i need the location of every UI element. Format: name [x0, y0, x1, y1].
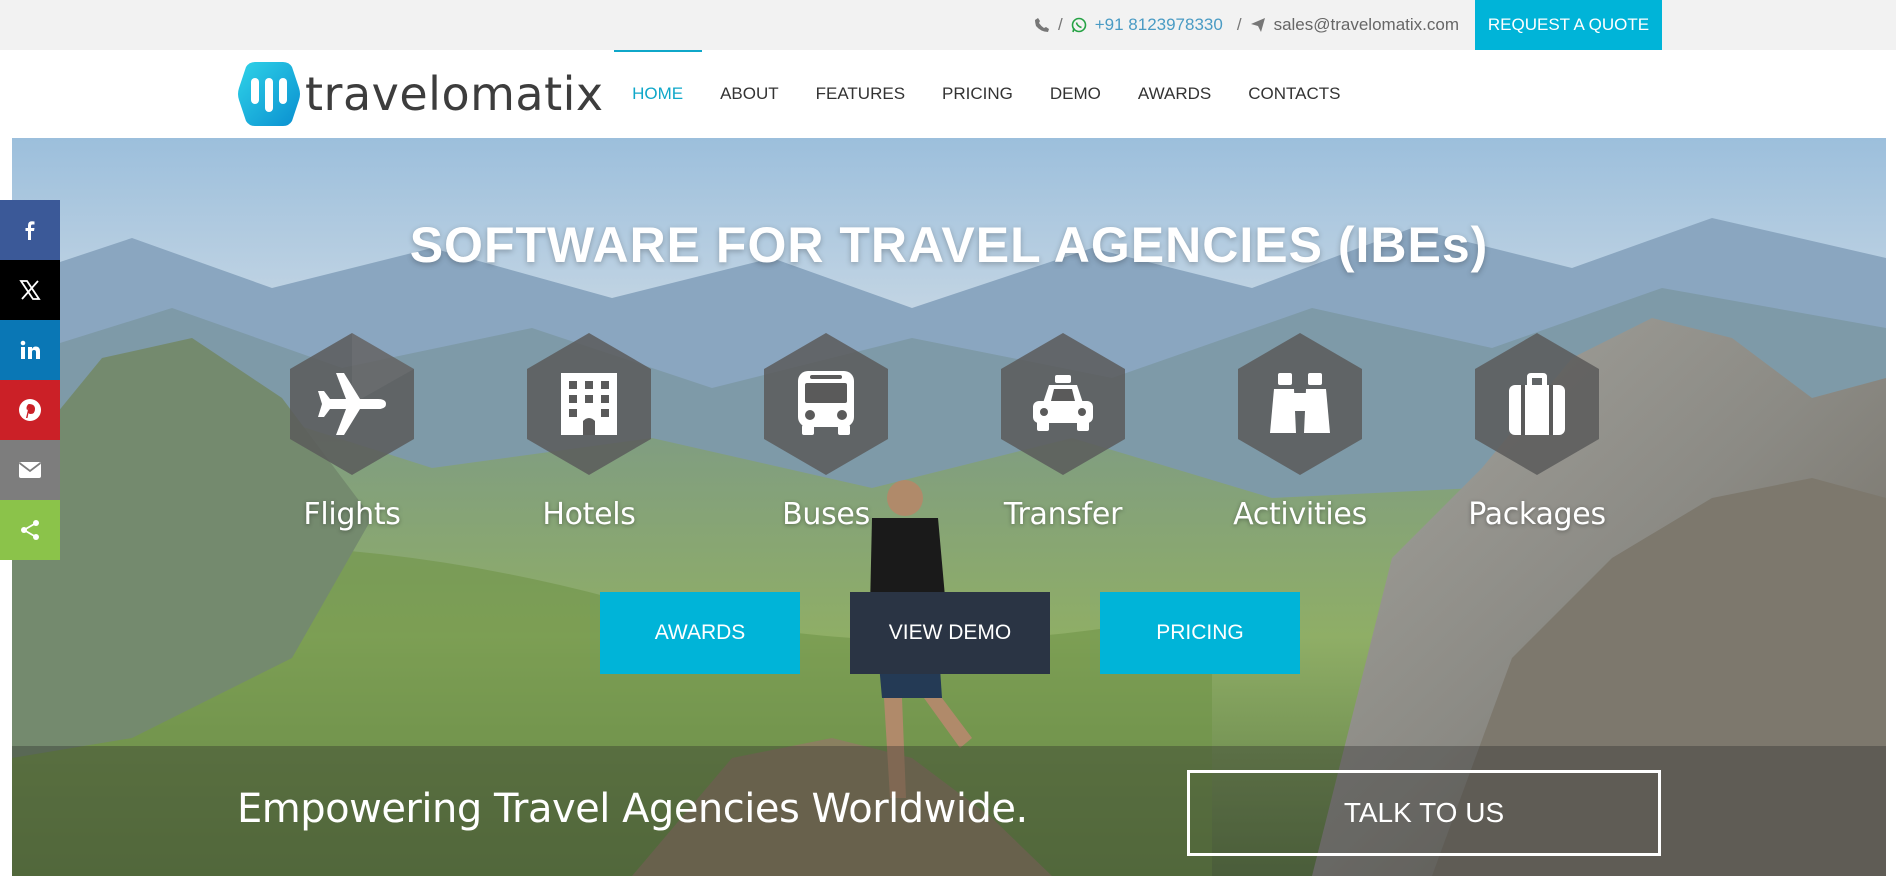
nav-awards[interactable]: AWARDS	[1119, 50, 1229, 138]
service-buses[interactable]: Buses	[736, 331, 916, 532]
hero-bottom-strip: Empowering Travel Agencies Worldwide. TA…	[12, 746, 1886, 876]
facebook-icon	[25, 221, 35, 240]
hero-tagline: Empowering Travel Agencies Worldwide.	[237, 786, 1028, 832]
pricing-button[interactable]: PRICING	[1100, 592, 1300, 674]
main-nav: HOME ABOUT FEATURES PRICING DEMO AWARDS …	[613, 50, 1359, 138]
nav-pricing[interactable]: PRICING	[924, 50, 1032, 138]
phone-separator: /	[1057, 15, 1063, 34]
share-icon	[21, 520, 39, 540]
site-header: travelomatix HOME ABOUT FEATURES PRICING…	[0, 50, 1896, 138]
logo-mark-icon	[238, 62, 300, 126]
service-label: Packages	[1468, 497, 1606, 532]
plane-icon	[318, 373, 386, 435]
whatsapp-icon	[1071, 17, 1087, 33]
top-bar: / +91 8123978330 / sales@travelomatix.co…	[0, 0, 1896, 50]
facebook-share-button[interactable]	[0, 200, 60, 260]
nav-home[interactable]: HOME	[613, 50, 702, 138]
email-separator: /	[1236, 15, 1242, 34]
send-icon	[1250, 17, 1266, 33]
pinterest-share-button[interactable]	[0, 380, 60, 440]
awards-button[interactable]: AWARDS	[600, 592, 800, 674]
email-link[interactable]: sales@travelomatix.com	[1274, 15, 1459, 35]
phone-icon	[1034, 17, 1050, 33]
contact-info: / +91 8123978330 / sales@travelomatix.co…	[1034, 0, 1459, 50]
bus-icon	[798, 371, 854, 435]
talk-to-us-button[interactable]: TALK TO US	[1187, 770, 1661, 856]
service-packages[interactable]: Packages	[1447, 331, 1627, 532]
phone-link[interactable]: +91 8123978330	[1095, 15, 1223, 35]
hero-section: SOFTWARE FOR TRAVEL AGENCIES (IBEs) Flig…	[12, 138, 1886, 876]
suitcase-icon	[1509, 373, 1565, 435]
nav-features[interactable]: FEATURES	[797, 50, 923, 138]
share-sidebar	[0, 200, 60, 560]
email-icon	[18, 462, 42, 478]
view-demo-button[interactable]: VIEW DEMO	[850, 592, 1050, 674]
request-quote-button[interactable]: REQUEST A QUOTE	[1475, 0, 1662, 50]
nav-contacts[interactable]: CONTACTS	[1230, 50, 1359, 138]
binoculars-icon	[1270, 373, 1330, 433]
x-icon	[19, 280, 41, 300]
logo-text: travelomatix	[305, 67, 604, 121]
more-share-button[interactable]	[0, 500, 60, 560]
pinterest-icon	[19, 399, 41, 421]
linkedin-share-button[interactable]	[0, 320, 60, 380]
email-share-button[interactable]	[0, 440, 60, 500]
linkedin-icon	[20, 340, 40, 359]
service-flights[interactable]: Flights	[262, 331, 442, 532]
service-label: Buses	[782, 497, 870, 532]
service-label: Flights	[303, 497, 401, 532]
building-icon	[561, 373, 617, 435]
x-share-button[interactable]	[0, 260, 60, 320]
nav-demo[interactable]: DEMO	[1031, 50, 1119, 138]
service-label: Transfer	[1003, 497, 1123, 532]
nav-about[interactable]: ABOUT	[702, 50, 798, 138]
hero-title: SOFTWARE FOR TRAVEL AGENCIES (IBEs)	[409, 217, 1489, 273]
service-label: Activities	[1233, 497, 1367, 532]
logo[interactable]: travelomatix	[237, 60, 604, 128]
service-transfer[interactable]: Transfer	[973, 331, 1153, 532]
taxi-icon	[1033, 375, 1093, 431]
service-activities[interactable]: Activities	[1210, 331, 1390, 532]
service-hotels[interactable]: Hotels	[499, 331, 679, 532]
service-label: Hotels	[542, 497, 636, 532]
